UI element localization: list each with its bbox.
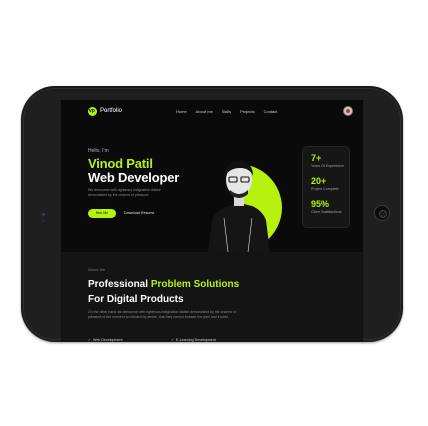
tablet-screen: vp Portfolio Home About me Skills Projec… bbox=[61, 100, 363, 342]
about-paragraph: On the other hand we denounce with right… bbox=[88, 310, 237, 319]
download-resume-button[interactable]: Download Resume bbox=[124, 209, 154, 218]
home-button[interactable] bbox=[374, 205, 390, 221]
nav-link-contact[interactable]: Contact bbox=[264, 109, 278, 114]
logo-mark: vp bbox=[89, 108, 95, 114]
skill-item-web: ✓ Web Development bbox=[88, 338, 123, 342]
stat-projects-value: 20+ bbox=[311, 176, 327, 186]
about-heading-line2: For Digital Products bbox=[88, 294, 184, 305]
hero-role: Web Developer bbox=[88, 170, 180, 185]
stat-projects-label: Project Complete bbox=[311, 187, 339, 191]
skill-label: Web Development bbox=[93, 338, 123, 342]
hire-me-button[interactable]: Hire Me bbox=[88, 209, 116, 218]
hero-name: Vinod Patil bbox=[88, 156, 153, 171]
check-icon: ✓ bbox=[171, 338, 175, 342]
about-label: About Me bbox=[88, 267, 106, 272]
avatar[interactable] bbox=[343, 106, 353, 116]
about-heading-text: Professional bbox=[88, 279, 151, 290]
hero-greeting: Hello, I'm bbox=[88, 148, 109, 154]
about-section: About Me Professional Problem Solutions … bbox=[61, 252, 363, 342]
nav-link-about[interactable]: About me bbox=[196, 109, 213, 114]
about-heading-accent: Problem Solutions bbox=[150, 279, 240, 290]
nav-link-skills[interactable]: Skills bbox=[222, 109, 231, 114]
brand-name[interactable]: Portfolio bbox=[100, 108, 122, 114]
about-heading-line1: Professional Problem Solutions bbox=[88, 279, 239, 290]
camera-icon bbox=[42, 213, 45, 216]
hero-section: vp Portfolio Home About me Skills Projec… bbox=[61, 100, 363, 252]
sensor-icon bbox=[42, 219, 45, 222]
skill-label: E-Learning Development bbox=[176, 338, 216, 342]
stats-card: 7+ Years Of Experience 20+ Project Compl… bbox=[302, 146, 350, 228]
stat-years-label: Years Of Experience bbox=[311, 164, 344, 168]
nav-link-projects[interactable]: Projects bbox=[240, 109, 254, 114]
profile-portrait bbox=[208, 160, 282, 252]
skill-item-elearning: ✓ E-Learning Development bbox=[171, 338, 216, 342]
logo-icon[interactable]: vp bbox=[88, 107, 97, 116]
stat-satisfaction-label: Client Satisfactions bbox=[311, 210, 342, 214]
nav-link-home[interactable]: Home bbox=[176, 109, 187, 114]
nav-menu: Home About me Skills Projects Contact bbox=[176, 109, 277, 114]
stat-years-value: 7+ bbox=[311, 153, 322, 163]
check-icon: ✓ bbox=[88, 338, 92, 342]
hero-description: We denounce with righteous indignation d… bbox=[88, 188, 161, 197]
stat-satisfaction-value: 95% bbox=[311, 199, 330, 209]
